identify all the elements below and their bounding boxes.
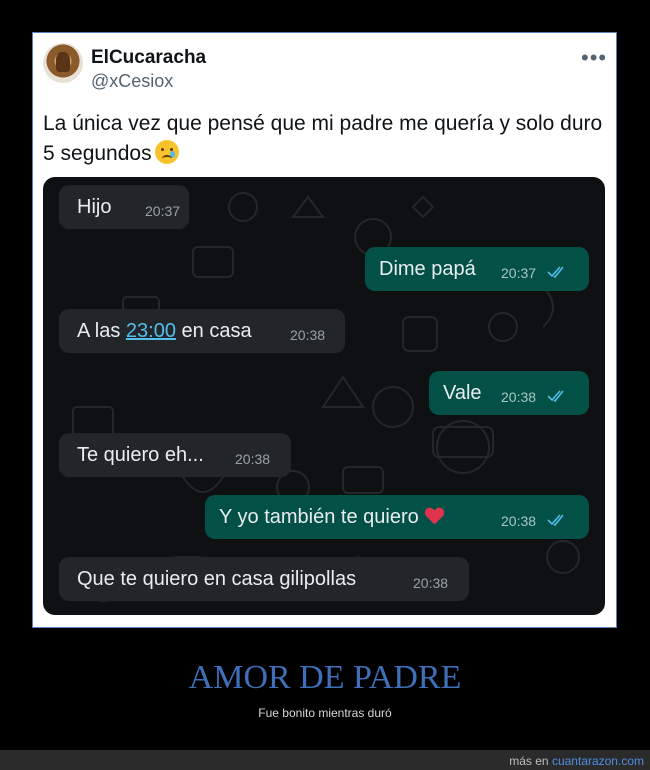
message-incoming[interactable]: Hijo 20:37 (59, 185, 189, 229)
message-text: Te quiero eh... (77, 444, 204, 466)
user-handle[interactable]: @xCesiox (91, 71, 173, 92)
caption-title: AMOR DE PADRE (188, 659, 462, 696)
avatar[interactable] (43, 43, 83, 83)
message-text: Que te quiero en casa gilipollas (77, 568, 357, 590)
message-incoming[interactable]: Que te quiero en casa gilipollas 20:38 (59, 557, 469, 601)
chat-screenshot: Hijo 20:37 Dime papá 20:37 A las 23:00 e… (43, 177, 605, 615)
display-name[interactable]: ElCucaracha (91, 47, 206, 69)
message-text: Hijo (77, 196, 112, 218)
message-text: Vale (443, 382, 482, 404)
message-incoming[interactable]: Te quiero eh... 20:38 (59, 433, 291, 477)
footer-text: más en cuantarazon.com (509, 754, 644, 768)
message-outgoing[interactable]: Dime papá 20:37 (365, 247, 589, 291)
message-incoming[interactable]: A las 23:00 en casa 20:38 (59, 309, 345, 353)
crying-face-icon (154, 140, 179, 164)
tweet-card: ElCucaracha @xCesiox ••• La única vez qu… (32, 32, 617, 628)
message-time: 20:38 (290, 327, 326, 343)
red-heart-icon (425, 508, 443, 524)
more-options-icon[interactable]: ••• (581, 45, 607, 71)
read-double-check-icon (547, 266, 564, 278)
avatar-figure-icon (56, 52, 70, 72)
tweet-text: La única vez que pensé que mi padre me q… (43, 109, 603, 169)
message-text: A las 23:00 en casa (77, 320, 252, 342)
message-time: 20:37 (145, 203, 181, 219)
message-time: 20:38 (235, 451, 271, 467)
message-text: Dime papá (379, 258, 476, 280)
message-time: 20:38 (501, 389, 537, 405)
caption-subtitle: Fue bonito mientras duró (258, 706, 392, 720)
time-link[interactable]: 23:00 (126, 320, 176, 342)
read-double-check-icon (547, 514, 564, 526)
message-time: 20:37 (501, 265, 537, 281)
message-outgoing[interactable]: Y yo también te quiero 20:38 (205, 495, 589, 539)
read-double-check-icon (547, 390, 564, 402)
footer-bar: más en cuantarazon.com (0, 750, 650, 770)
tweet-text-content: La única vez que pensé que mi padre me q… (43, 112, 603, 165)
message-outgoing[interactable]: Vale 20:38 (429, 371, 589, 415)
message-time: 20:38 (413, 575, 449, 591)
message-time: 20:38 (501, 513, 537, 529)
message-text: Y yo también te quiero (219, 506, 443, 529)
site-link[interactable]: cuantarazon.com (552, 754, 644, 768)
